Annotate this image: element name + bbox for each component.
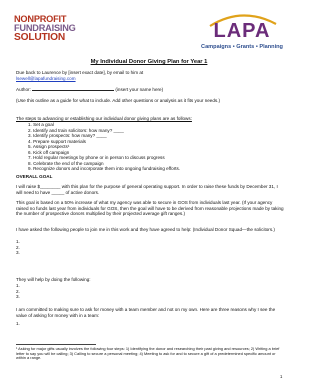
due-text: Due back to Laurence by [insert exact da… — [16, 70, 144, 75]
goal-paragraph-1: I will raise $________ with this plan fo… — [16, 184, 278, 195]
ask-people-paragraph: I have asked the following people to joi… — [16, 227, 275, 232]
author-label: Author: — [16, 87, 31, 92]
author-hint: (insert your name here) — [115, 87, 164, 92]
author-line: Author: (insert your name here) — [16, 87, 284, 93]
steps-list: 1. Set a goal 2. Identify and train soli… — [28, 122, 278, 172]
goal-paragraph-2: This goal is based on a 50% increase of … — [16, 200, 284, 217]
lapa-tagline: Campaigns • Grants • Planning — [201, 44, 283, 50]
author-input-line[interactable] — [32, 87, 115, 91]
page-title: My Individual Donor Giving Plan for Year… — [90, 59, 208, 65]
list-item: 9. Recognize donors and incorporate them… — [28, 166, 181, 171]
page-number: 1 — [280, 374, 283, 379]
logo-line-3: SOLUTION — [14, 32, 66, 43]
list-item: 3. — [16, 294, 20, 300]
lapa-wordmark: LAPA — [213, 20, 271, 42]
list-item: 1. — [16, 321, 20, 326]
list-item: 3. — [16, 250, 20, 256]
document-page: NONPROFIT FUNDRAISING SOLUTION LAPA Camp… — [0, 0, 298, 386]
steps-heading: The steps to advancing or establishing o… — [16, 116, 192, 121]
nonprofit-fundraising-logo: NONPROFIT FUNDRAISING SOLUTION — [14, 14, 102, 43]
overall-goal-heading: OVERALL GOAL — [16, 174, 53, 179]
commit-paragraph: I am committed to making sure to ask for… — [16, 307, 276, 318]
due-paragraph: Due back to Laurence by [insert exact da… — [16, 70, 284, 81]
lapa-logo: LAPA Campaigns • Grants • Planning — [200, 12, 284, 57]
footnote-divider — [16, 344, 96, 345]
outline-note: (Use this outline as a guide for what to… — [16, 98, 221, 103]
email-link[interactable]: lsewell@lapafundraising.com — [16, 76, 76, 81]
footnote: ¹ Asking for major gifts usually involve… — [16, 346, 280, 361]
people-list: 1. 2. 3. — [16, 239, 284, 256]
reason-list: 1. — [16, 321, 284, 327]
help-list: 1. 2. 3. — [16, 283, 284, 300]
help-line: They will help by doing the following: — [16, 277, 91, 282]
